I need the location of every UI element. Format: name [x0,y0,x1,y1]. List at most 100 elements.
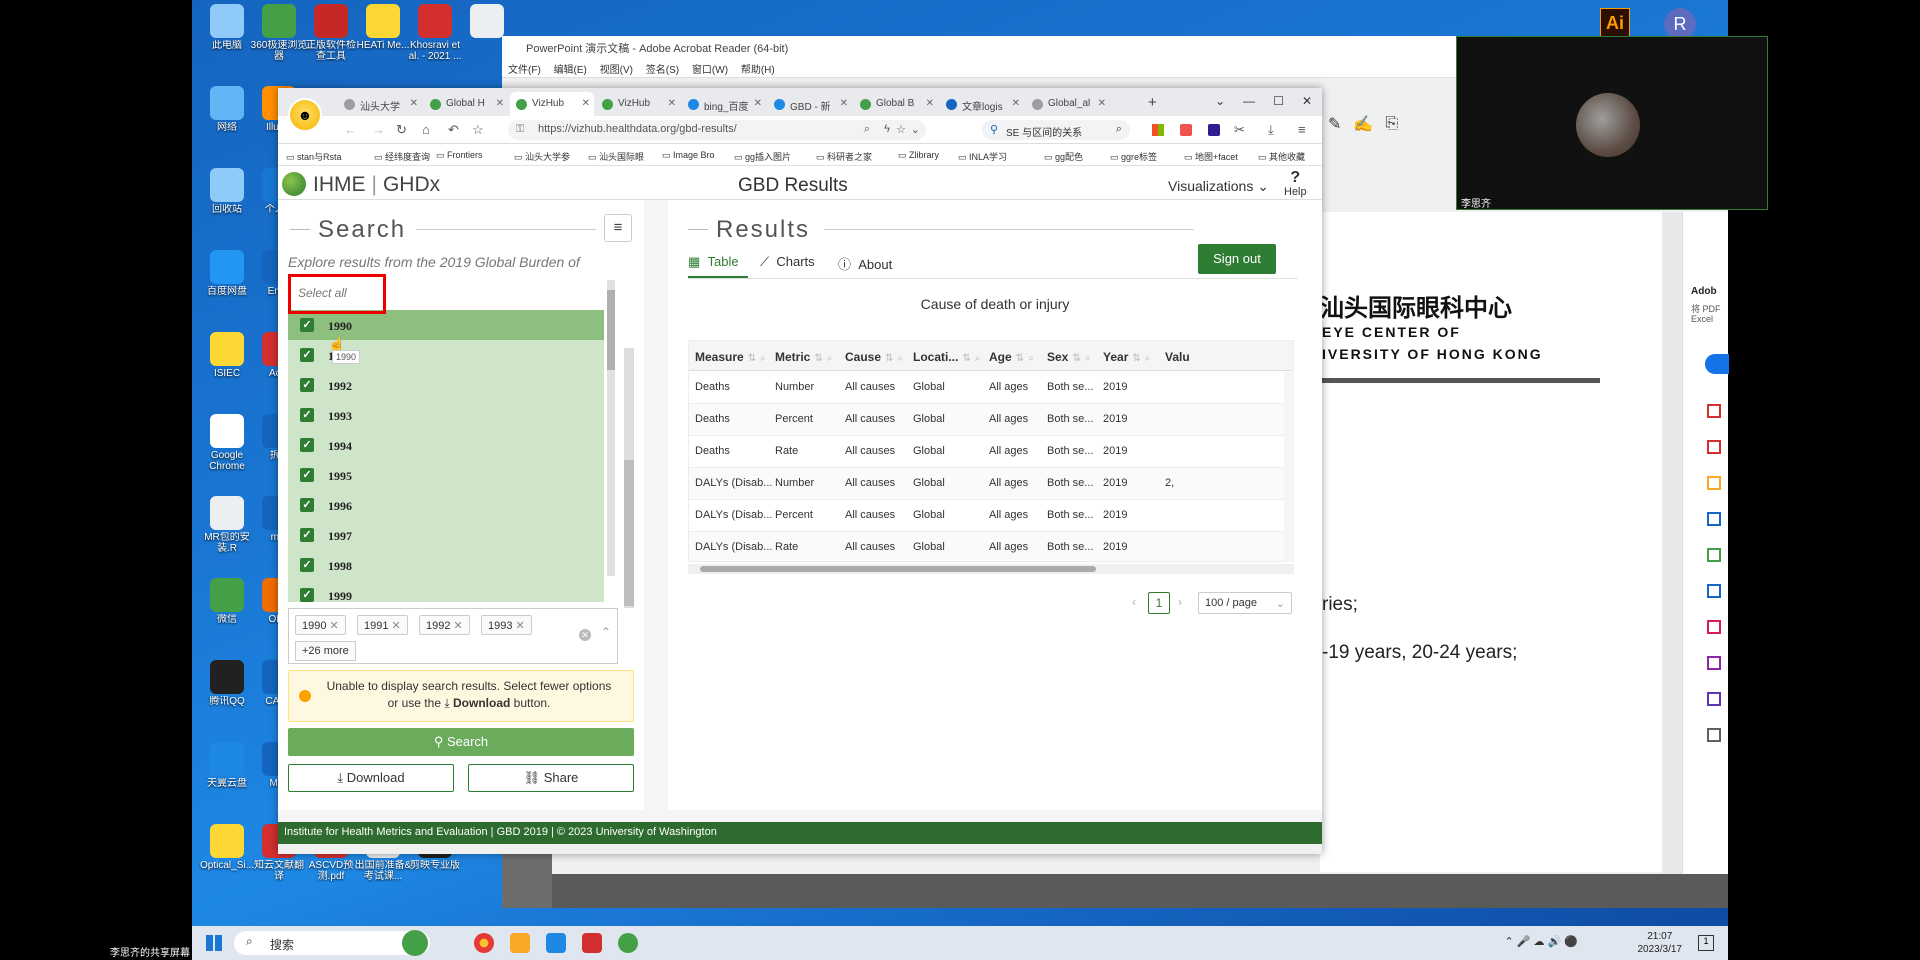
page-number[interactable]: 1 [1148,592,1170,614]
pen-icon[interactable]: ✎ [1328,114,1341,134]
game-ext-icon[interactable] [1180,124,1192,136]
year-option[interactable]: ✓ 1994 [288,430,604,460]
year-option[interactable]: ✓ 1998 [288,550,604,580]
chrome-icon[interactable] [474,933,494,953]
selected-tag[interactable]: 1991 ✕ [357,615,408,635]
select-all-option[interactable]: Select all [298,286,347,300]
sort-icon[interactable]: ⇅ [1132,353,1140,364]
tab-close-icon[interactable]: ✕ [1098,98,1106,109]
zoom-icon[interactable]: ⌕ [864,123,870,136]
tab-close-icon[interactable]: ✕ [668,98,676,109]
bookmark-item[interactable]: ▭ 经纬度查询 [374,150,430,163]
selected-tag[interactable]: 1992 ✕ [419,615,470,635]
browser-tab[interactable]: VizHub ✕ [596,92,680,116]
export-pdf-icon[interactable] [1707,404,1721,418]
checkbox-checked-icon[interactable]: ✓ [300,528,314,542]
scan-icon[interactable] [1707,584,1721,598]
filter-icon[interactable]: ⌕ [1085,353,1091,364]
back-icon[interactable]: ← [344,122,357,137]
tab-close-icon[interactable]: ✕ [410,98,418,109]
tab-charts[interactable]: ⟋ Charts [760,254,815,270]
tab-about[interactable]: ⓘ About [838,254,892,273]
browser-tab[interactable]: 文章logis ✕ [940,92,1024,116]
new-tab-icon[interactable]: + [1148,94,1157,111]
bookmark-star-icon[interactable]: ☆ [896,123,906,136]
prev-page-icon[interactable]: ‹ [1132,595,1136,609]
close-icon[interactable]: ✕ [1302,94,1312,116]
checkbox-checked-icon[interactable]: ✓ [300,438,314,452]
tab-close-icon[interactable]: ✕ [496,98,504,109]
browser-tab[interactable]: bing_百度 ✕ [682,92,766,116]
tab-close-icon[interactable]: ✕ [926,98,934,109]
checkbox-checked-icon[interactable]: ✓ [300,468,314,482]
visualizations-menu[interactable]: Visualizations ⌄ [1168,178,1269,195]
remove-tag-icon[interactable]: ✕ [326,620,339,632]
create-pdf-icon[interactable] [1707,440,1721,454]
tab-search-icon[interactable]: ⌄ [1215,94,1225,116]
bookmark-item[interactable]: ▭ 科研者之家 [816,150,872,163]
dropdown-icon[interactable]: ⌄ [911,123,920,136]
desktop-icon[interactable]: 网络 [198,86,256,144]
desktop-icon[interactable]: HEATi Me... [354,4,412,62]
bookmark-item[interactable]: ▭ INLA学习 [958,150,1007,163]
browser-tab[interactable]: Global B ✕ [854,92,938,116]
desktop-icon[interactable]: 微信 [198,578,256,636]
sign-out-button[interactable]: Sign out [1198,244,1276,274]
browser-tab[interactable]: GBD - 新 ✕ [768,92,852,116]
column-header[interactable]: Locati... ⇅ ⌕ [913,350,980,364]
desktop-icon[interactable]: 回收站 [198,168,256,226]
desktop-icon[interactable]: MR包的安装.R [198,496,256,554]
year-option[interactable]: ✓ 1992 [288,370,604,400]
next-page-icon[interactable]: › [1178,595,1182,609]
undo-icon[interactable]: ↶ [448,122,459,138]
search-icon[interactable]: ⌕ [1116,123,1122,136]
browser-menu-icon[interactable]: ≡ [1298,122,1306,137]
year-option[interactable]: ✓ 1996 [288,490,604,520]
table-horizontal-scrollbar-thumb[interactable] [700,566,1096,572]
sort-icon[interactable]: ⇅ [814,353,822,364]
acrobat-icon[interactable] [582,933,602,953]
tab-close-icon[interactable]: ✕ [582,98,590,109]
brand[interactable]: IHME | GHDx [313,173,440,197]
checkbox-checked-icon[interactable]: ✓ [300,408,314,422]
filter-icon[interactable]: ⌕ [760,353,766,364]
browser-tab[interactable]: Global_al ✕ [1026,92,1110,116]
desktop-icon[interactable]: 此电脑 [198,4,256,62]
column-header[interactable]: Sex ⇅ ⌕ [1047,350,1090,364]
file-explorer-icon[interactable] [510,933,530,953]
year-option[interactable]: ✓ 1997 [288,520,604,550]
year-option[interactable]: ✓ 1993 [288,400,604,430]
tab-close-icon[interactable]: ✕ [754,98,762,109]
desktop-icon[interactable]: Optical_Si... [198,824,256,882]
page-size-select[interactable]: 100 / page ⌄ [1198,592,1292,614]
column-header[interactable]: Cause ⇅ ⌕ [845,350,903,364]
remove-tag-icon[interactable]: ✕ [450,620,463,632]
forward-icon[interactable]: → [372,122,385,137]
selected-tag[interactable]: 1993 ✕ [481,615,532,635]
sort-icon[interactable]: ⇅ [748,353,756,364]
reload-icon[interactable]: ↻ [396,122,407,138]
browser-search-box[interactable]: ⚲ SE 与区间的关系 ⌕ [982,120,1130,140]
sort-icon[interactable]: ⇅ [1072,353,1080,364]
column-header[interactable]: Measure ⇅ ⌕ [695,350,766,364]
address-bar[interactable]: ⚿ https://vizhub.healthdata.org/gbd-resu… [508,120,926,140]
desktop-icon[interactable]: Khosravi et al. - 2021 ... [406,4,464,62]
sort-icon[interactable]: ⇅ [885,353,893,364]
star-icon[interactable]: ☆ [472,122,484,138]
bookmark-item[interactable]: ▭ gg配色 [1044,150,1083,163]
year-option[interactable]: ✓ 1999 [288,580,604,602]
browser-icon[interactable] [618,933,638,953]
extension-icon[interactable] [1208,124,1220,136]
filter-icon[interactable]: ⌕ [1028,353,1034,364]
column-header[interactable]: Valu [1165,350,1190,364]
profile-avatar[interactable]: ☻ [288,98,322,132]
checkbox-checked-icon[interactable]: ✓ [300,588,314,602]
notification-icon[interactable]: 1 [1698,935,1714,951]
desktop-icon[interactable]: 天翼云盘 [198,742,256,800]
filter-icon[interactable]: ⌕ [975,353,981,364]
panel-menu-button[interactable]: ≡ [604,214,632,242]
app-icon[interactable] [546,933,566,953]
bookmark-item[interactable]: ▭ 其他收藏 [1258,150,1305,163]
sign-icon[interactable] [1707,692,1721,706]
menu-view[interactable]: 视图(V) [600,65,633,76]
